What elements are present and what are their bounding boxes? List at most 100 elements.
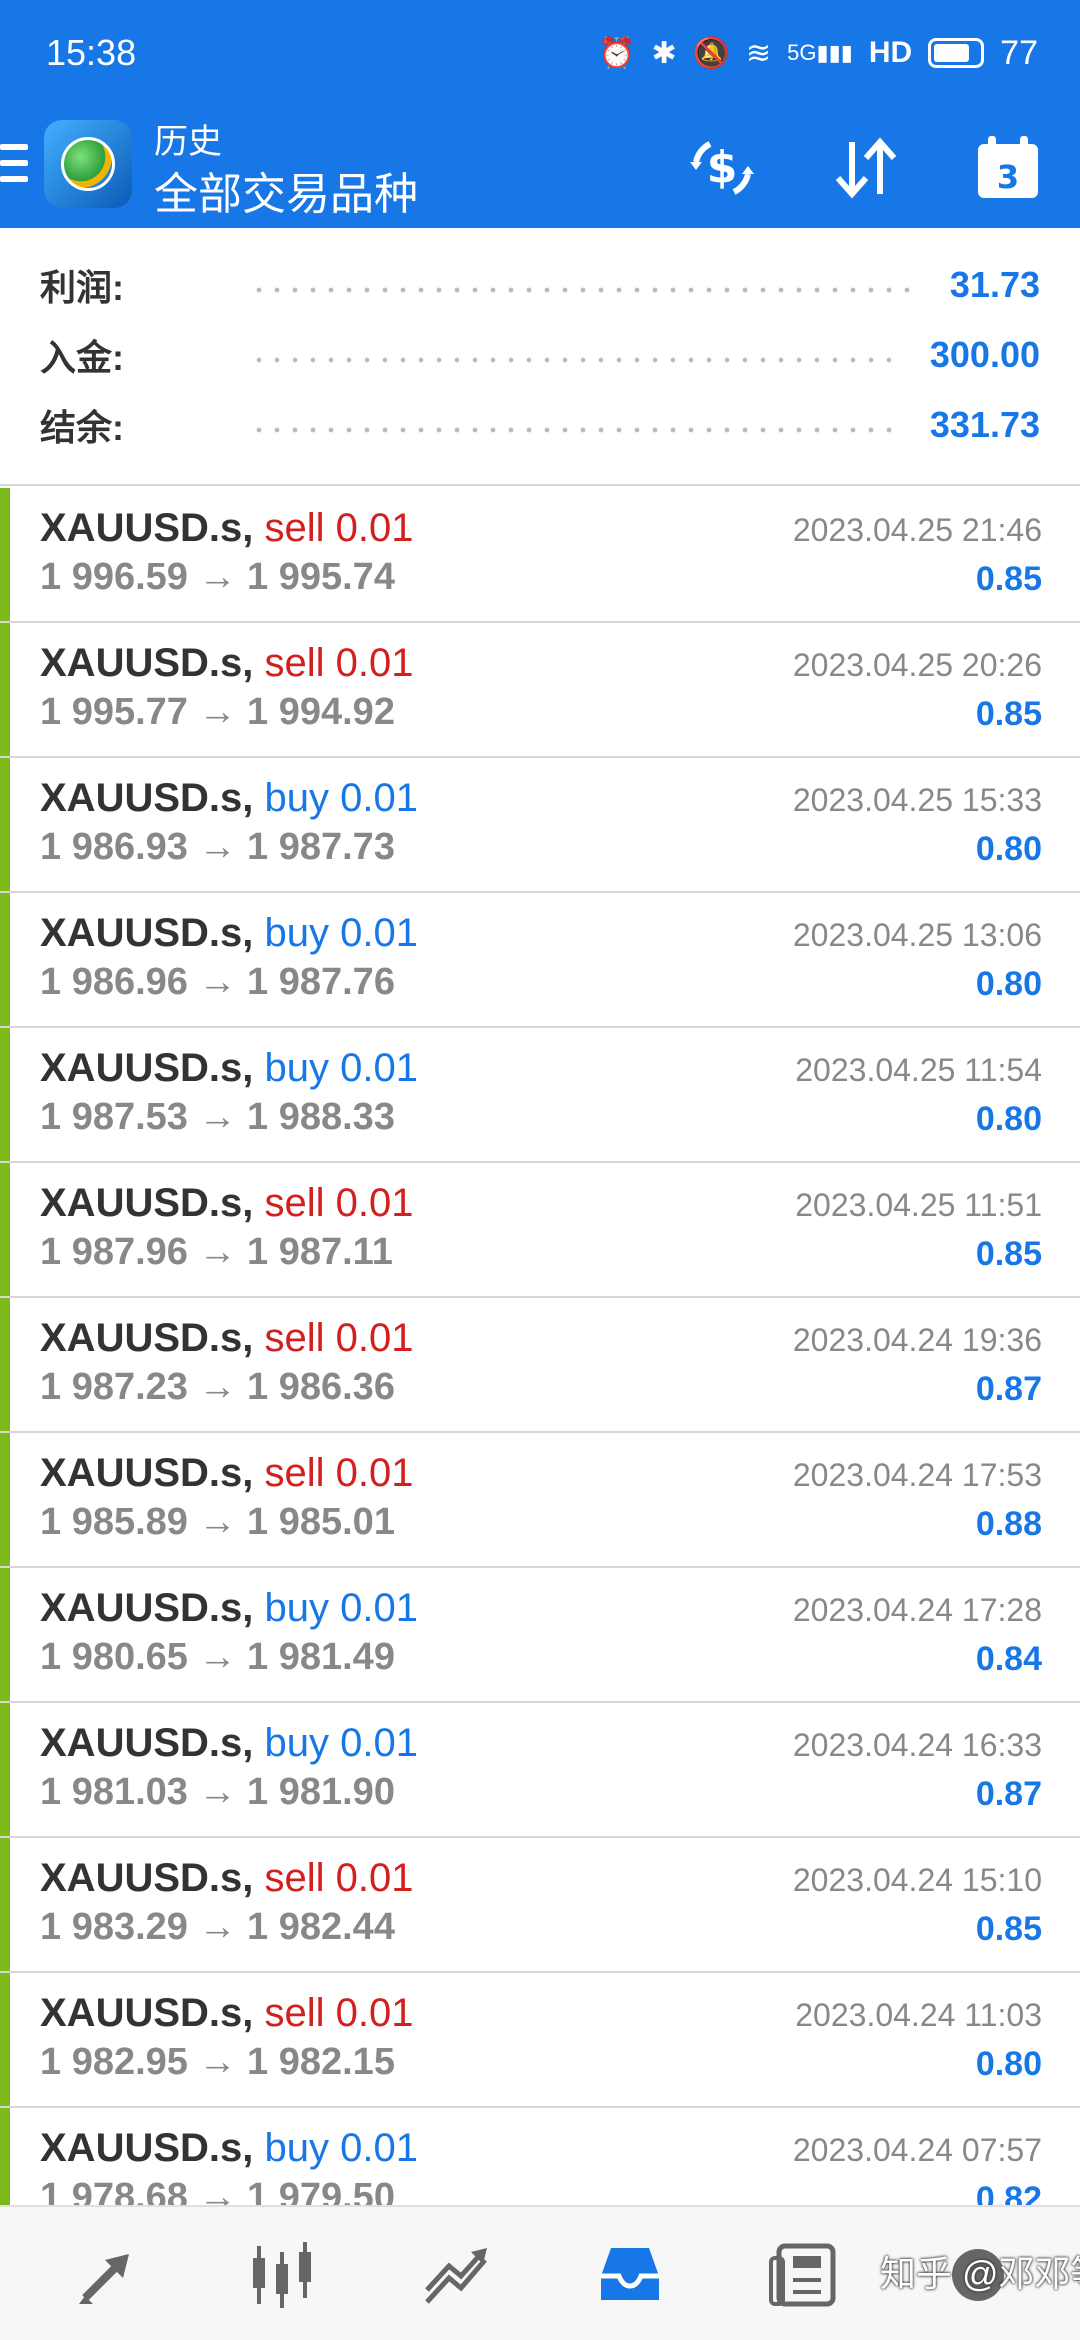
page-title[interactable]: 全部交易品种 (154, 158, 418, 222)
trade-header: XAUUSD.s, buy 0.01 (40, 2126, 418, 2171)
trade-prices: 1 986.93 → 1 987.73 (40, 826, 395, 868)
metatrader-logo-icon[interactable] (44, 120, 132, 208)
trade-side: sell 0.01 (264, 506, 414, 550)
trade-profit: 0.85 (975, 1910, 1042, 1948)
trade-side: buy 0.01 (264, 1046, 418, 1090)
trade-profit: 0.80 (975, 830, 1042, 868)
trade-row[interactable]: XAUUSD.s, sell 0.01 1 985.89 → 1 985.01 20… (0, 1433, 1080, 1568)
mute-icon: 🔕 (692, 36, 730, 70)
trade-prices: 1 980.65 → 1 981.49 (40, 1636, 395, 1678)
trade-accent-bar (0, 1028, 10, 1161)
trade-time: 2023.04.25 20:26 (792, 647, 1042, 683)
trade-row[interactable]: XAUUSD.s, buy 0.01 1 980.65 → 1 981.49 202… (0, 1568, 1080, 1703)
trade-row[interactable]: XAUUSD.s, buy 0.01 1 981.03 → 1 981.90 202… (0, 1703, 1080, 1838)
nav-news[interactable] (714, 2207, 894, 2340)
trade-time: 2023.04.25 15:33 (792, 782, 1042, 818)
trade-time: 2023.04.25 11:51 (795, 1187, 1042, 1223)
trade-profit: 0.84 (975, 1640, 1042, 1678)
sort-button[interactable] (826, 128, 906, 208)
trade-symbol: XAUUSD.s, (40, 506, 254, 550)
trade-time: 2023.04.24 17:28 (792, 1592, 1042, 1628)
calendar-icon: 3 (978, 136, 1038, 198)
trade-header: XAUUSD.s, buy 0.01 (40, 911, 418, 956)
trade-header: XAUUSD.s, buy 0.01 (40, 1046, 418, 1091)
trade-symbol: XAUUSD.s, (40, 1451, 254, 1495)
trade-prices: 1 987.96 → 1 987.11 (40, 1231, 393, 1273)
trade-header: XAUUSD.s, sell 0.01 (40, 1856, 414, 1901)
bluetooth-icon: ✱ (651, 36, 677, 70)
trade-row[interactable]: XAUUSD.s, sell 0.01 1 995.77 → 1 994.92 20… (0, 623, 1080, 758)
trade-accent-bar (0, 1433, 10, 1566)
trade-row[interactable]: XAUUSD.s, sell 0.01 1 987.23 → 1 986.36 20… (0, 1298, 1080, 1433)
trade-profit: 0.88 (975, 1505, 1042, 1543)
history-icon (601, 2247, 659, 2300)
trade-accent-bar (0, 2108, 10, 2205)
summary-label: 利润: (40, 267, 124, 308)
trade-row[interactable]: XAUUSD.s, buy 0.01 1 986.96 → 1 987.76 202… (0, 893, 1080, 1028)
nav-trade[interactable] (366, 2207, 546, 2340)
trade-time: 2023.04.24 16:33 (792, 1727, 1042, 1763)
trade-symbol: XAUUSD.s, (40, 641, 254, 685)
trade-icon (425, 2247, 487, 2304)
trade-symbol: XAUUSD.s, (40, 1586, 254, 1630)
trade-side: buy 0.01 (264, 776, 418, 820)
trade-symbol: XAUUSD.s, (40, 776, 254, 820)
summary-row-profit: 利润: 31.73 (40, 250, 1040, 320)
dot-leader (250, 357, 900, 363)
trade-prices: 1 985.89 → 1 985.01 (40, 1501, 395, 1543)
trade-side: buy 0.01 (264, 1586, 418, 1630)
signal-icon: 5G▮▮▮ (787, 40, 853, 65)
nav-history[interactable] (540, 2207, 720, 2340)
trade-side: sell 0.01 (264, 1991, 414, 2035)
menu-icon[interactable] (0, 144, 28, 188)
trade-symbol: XAUUSD.s, (40, 1181, 254, 1225)
trade-row[interactable]: XAUUSD.s, sell 0.01 1 983.29 → 1 982.44 20… (0, 1838, 1080, 1973)
trade-time: 2023.04.25 13:06 (792, 917, 1042, 953)
status-icons: ⏰ ✱ 🔕 ≋ 5G▮▮▮ HD 77 (598, 34, 1038, 73)
trade-profit: 0.82 (975, 2180, 1042, 2205)
trade-accent-bar (0, 1973, 10, 2106)
summary-value: 31.73 (949, 264, 1040, 305)
trade-prices: 1 995.77 → 1 994.92 (40, 691, 395, 733)
trade-accent-bar (0, 1298, 10, 1431)
currency-exchange-button[interactable]: $ (682, 128, 762, 208)
trade-prices: 1 981.03 → 1 981.90 (40, 1771, 395, 1813)
summary-row-deposit: 入金: 300.00 (40, 320, 1040, 390)
trade-row[interactable]: XAUUSD.s, sell 0.01 1 987.96 → 1 987.11 20… (0, 1163, 1080, 1298)
trade-accent-bar (0, 488, 10, 621)
trade-profit: 0.85 (975, 560, 1042, 598)
sort-icon (835, 137, 897, 199)
trade-side: sell 0.01 (264, 641, 414, 685)
trade-profit: 0.85 (975, 695, 1042, 733)
nav-chart[interactable] (192, 2207, 372, 2340)
trade-header: XAUUSD.s, buy 0.01 (40, 1586, 418, 1631)
trade-row[interactable]: XAUUSD.s, sell 0.01 1 996.59 → 1 995.74 20… (0, 488, 1080, 623)
summary-label: 入金: (40, 337, 124, 378)
trade-history-list[interactable]: XAUUSD.s, sell 0.01 1 996.59 → 1 995.74 20… (0, 488, 1080, 2205)
trade-row[interactable]: XAUUSD.s, buy 0.01 1 987.53 → 1 988.33 202… (0, 1028, 1080, 1163)
summary-value: 300.00 (929, 334, 1040, 375)
trade-accent-bar (0, 1838, 10, 1971)
trade-time: 2023.04.25 21:46 (792, 512, 1042, 548)
status-time: 15:38 (46, 32, 137, 73)
calendar-button[interactable]: 3 (968, 128, 1048, 208)
trade-header: XAUUSD.s, sell 0.01 (40, 1181, 414, 1226)
trade-row[interactable]: XAUUSD.s, sell 0.01 1 982.95 → 1 982.15 20… (0, 1973, 1080, 2108)
trade-time: 2023.04.24 07:57 (792, 2132, 1042, 2168)
trade-row[interactable]: XAUUSD.s, buy 0.01 1 978.68 → 1 979.50 202… (0, 2108, 1080, 2205)
trade-prices: 1 978.68 → 1 979.50 (40, 2176, 395, 2205)
trade-prices: 1 983.29 → 1 982.44 (40, 1906, 395, 1948)
status-bar: 15:38 ⏰ ✱ 🔕 ≋ 5G▮▮▮ HD 77 (0, 0, 1080, 106)
trade-side: buy 0.01 (264, 2126, 418, 2170)
nav-quotes[interactable] (18, 2207, 198, 2340)
trade-side: sell 0.01 (264, 1451, 414, 1495)
trade-header: XAUUSD.s, sell 0.01 (40, 1316, 414, 1361)
dot-leader (250, 427, 900, 433)
trade-accent-bar (0, 893, 10, 1026)
trade-row[interactable]: XAUUSD.s, buy 0.01 1 986.93 → 1 987.73 202… (0, 758, 1080, 893)
trade-header: XAUUSD.s, sell 0.01 (40, 641, 414, 686)
svg-text:3: 3 (997, 158, 1019, 196)
summary-row-balance: 结余: 331.73 (40, 390, 1040, 460)
battery-level: 77 (1000, 33, 1038, 72)
trade-prices: 1 987.23 → 1 986.36 (40, 1366, 395, 1408)
